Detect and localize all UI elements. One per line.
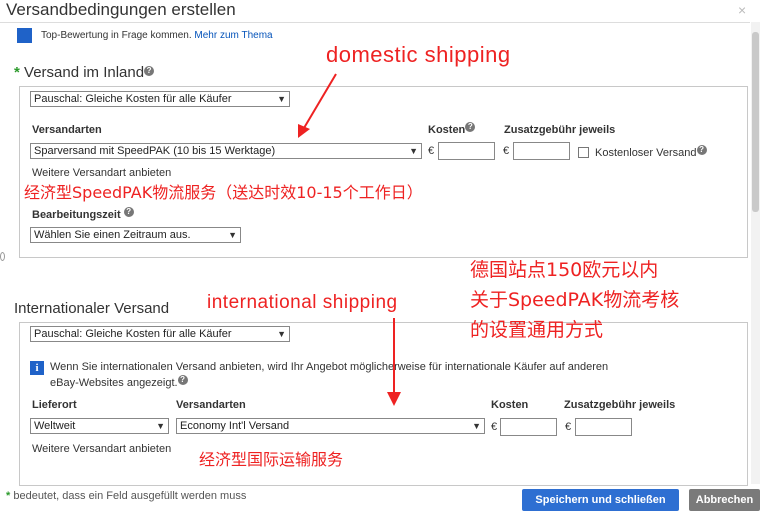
- international-zusatz-label: Zusatzgebühr jeweils: [564, 399, 676, 411]
- annotation-note-line-1: 德国站点150欧元以内: [470, 259, 659, 281]
- currency-symbol: €: [565, 421, 572, 433]
- domestic-title-text: Versand im Inland: [24, 64, 145, 81]
- currency-symbol: €: [491, 421, 498, 433]
- domestic-kosten-text: Kosten: [428, 124, 466, 136]
- chevron-down-icon: ▼: [409, 146, 418, 156]
- scrollbar[interactable]: [751, 22, 760, 484]
- international-versandarten-label: Versandarten: [176, 399, 246, 411]
- domestic-versandarten-label: Versandarten: [32, 124, 102, 136]
- currency-symbol: €: [503, 145, 510, 157]
- domestic-service-select[interactable]: Sparversand mit SpeedPAK (10 bis 15 Werk…: [30, 143, 422, 159]
- international-service-value: Economy Int'l Versand: [180, 420, 290, 432]
- close-icon[interactable]: ×: [738, 2, 746, 18]
- international-service-select[interactable]: Economy Int'l Versand ▼: [176, 418, 485, 434]
- domestic-zusatz-label: Zusatzgebühr jeweils: [504, 124, 616, 136]
- chevron-down-icon: ▼: [277, 329, 286, 339]
- international-info-text-1: Wenn Sie internationalen Versand anbiete…: [50, 361, 609, 373]
- international-pricing-select[interactable]: Pauschal: Gleiche Kosten für alle Käufer…: [30, 326, 290, 342]
- required-star: *: [14, 64, 20, 81]
- help-icon[interactable]: ?: [696, 145, 707, 155]
- chevron-down-icon: ▼: [228, 230, 237, 240]
- annotation-domestic-service: 经济型SpeedPAK物流服务（送达时效10-15个工作日）: [24, 183, 423, 202]
- annotation-international-shipping: international shipping: [207, 292, 398, 313]
- cancel-button[interactable]: Abbrechen: [689, 489, 760, 511]
- domestic-pricing-value: Pauschal: Gleiche Kosten für alle Käufer: [34, 93, 232, 105]
- bearbeitungszeit-value: Wählen Sie einen Zeitraum aus.: [34, 229, 191, 241]
- international-pricing-value: Pauschal: Gleiche Kosten für alle Käufer: [34, 328, 232, 340]
- top-rating-notice: Top-Bewertung in Frage kommen. Mehr zum …: [41, 30, 273, 41]
- bearbeitungszeit-text: Bearbeitungszeit: [32, 209, 121, 221]
- info-icon: i: [30, 361, 44, 375]
- domestic-zusatz-input[interactable]: [513, 142, 570, 160]
- domestic-kosten-input[interactable]: [438, 142, 495, 160]
- international-kosten-label: Kosten: [491, 399, 529, 411]
- help-icon[interactable]: ?: [123, 207, 134, 217]
- badge-icon: [17, 28, 32, 43]
- save-and-close-button[interactable]: Speichern und schließen: [522, 489, 679, 511]
- domestic-section-title: * Versand im Inland?: [14, 64, 155, 81]
- bearbeitungszeit-label: Bearbeitungszeit ?: [32, 207, 134, 221]
- chevron-down-icon: ▼: [156, 421, 165, 431]
- free-shipping-checkbox[interactable]: [578, 147, 589, 158]
- domestic-pricing-select[interactable]: Pauschal: Gleiche Kosten für alle Käufer…: [30, 91, 290, 107]
- free-shipping-text: Kostenloser Versand: [595, 147, 697, 159]
- annotation-domestic-shipping: domestic shipping: [326, 42, 511, 67]
- lieferort-value: Weltweit: [34, 420, 76, 432]
- bearbeitungszeit-select[interactable]: Wählen Sie einen Zeitraum aus. ▼: [30, 227, 241, 243]
- help-icon[interactable]: ?: [177, 375, 188, 385]
- lieferort-label: Lieferort: [32, 399, 77, 411]
- annotation-international-service: 经济型国际运输服务: [199, 450, 344, 469]
- required-field-note: * bedeutet, dass ein Feld ausgefüllt wer…: [6, 490, 246, 502]
- dialog-title: Versandbedingungen erstellen: [6, 0, 236, 19]
- resize-handle[interactable]: [0, 252, 5, 261]
- help-icon[interactable]: ?: [144, 66, 155, 76]
- international-info-text-2: eBay-Websites angezeigt.?: [50, 375, 188, 389]
- international-info-text-2-value: eBay-Websites angezeigt.: [50, 377, 178, 389]
- international-more-service-link[interactable]: Weitere Versandart anbieten: [32, 443, 171, 455]
- domestic-more-service-link[interactable]: Weitere Versandart anbieten: [32, 167, 171, 179]
- scrollbar-thumb[interactable]: [752, 32, 759, 212]
- lieferort-select[interactable]: Weltweit ▼: [30, 418, 169, 434]
- domestic-kosten-label: Kosten?: [428, 122, 476, 136]
- international-kosten-input[interactable]: [500, 418, 557, 436]
- annotation-note-line-2: 关于SpeedPAK物流考核: [470, 289, 680, 311]
- chevron-down-icon: ▼: [472, 421, 481, 431]
- free-shipping-label: Kostenloser Versand?: [595, 145, 707, 159]
- help-icon[interactable]: ?: [465, 122, 476, 132]
- required-star: *: [6, 490, 11, 502]
- domestic-service-value: Sparversand mit SpeedPAK (10 bis 15 Werk…: [34, 145, 276, 157]
- top-notice-text: Top-Bewertung in Frage kommen.: [41, 30, 192, 41]
- chevron-down-icon: ▼: [277, 94, 286, 104]
- international-section-title: Internationaler Versand: [14, 300, 170, 317]
- annotation-note-line-3: 的设置通用方式: [470, 319, 604, 341]
- required-note-text: bedeutet, dass ein Feld ausgefüllt werde…: [13, 490, 247, 502]
- international-zusatz-input[interactable]: [575, 418, 632, 436]
- currency-symbol: €: [428, 145, 435, 157]
- more-info-link[interactable]: Mehr zum Thema: [194, 30, 272, 41]
